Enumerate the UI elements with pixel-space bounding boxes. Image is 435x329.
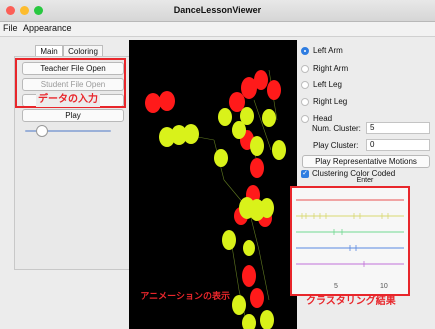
clustering-caption: クラスタリング結果 (306, 296, 396, 307)
skeleton-animation (145, 69, 286, 329)
joint-marker (272, 140, 286, 160)
joint-marker (232, 295, 246, 315)
joint-marker (250, 136, 264, 156)
joint-marker (222, 230, 236, 250)
joint-marker (260, 198, 274, 218)
play-cluster-field[interactable]: 0 (366, 139, 430, 151)
joint-marker (243, 240, 255, 256)
joint-marker (183, 124, 199, 144)
radio-label-head: Head (313, 114, 333, 123)
joint-marker (260, 310, 274, 329)
title-bar: DanceLessonViewer (0, 0, 435, 22)
play-button[interactable]: Play (22, 109, 124, 122)
joint-marker (242, 265, 256, 287)
animation-caption: アニメーションの表示 (140, 291, 230, 301)
joint-marker (262, 109, 276, 127)
num-cluster-label: Num. Cluster: (312, 124, 361, 133)
radio-head[interactable] (301, 115, 309, 123)
joint-marker (254, 70, 268, 90)
play-representative-motions-button[interactable]: Play Representative Motions (302, 155, 430, 168)
cluster-plot: 5 10 (296, 199, 404, 290)
radio-right-arm[interactable] (301, 65, 309, 73)
x-tick-label: 10 (380, 283, 388, 290)
x-tick-label: 5 (334, 283, 338, 290)
joint-marker (159, 91, 175, 111)
joint-marker (214, 149, 228, 167)
joint-marker (250, 288, 264, 308)
data-input-caption-bg: データの入力 (36, 93, 100, 107)
joint-marker (250, 158, 264, 178)
joint-marker (218, 108, 232, 126)
cluster-result-chart: 5 10 (290, 186, 410, 296)
joint-marker (267, 80, 281, 100)
radio-label-right-arm: Right Arm (313, 64, 349, 73)
menu-appearance[interactable]: Appearance (23, 23, 72, 33)
radio-right-leg[interactable] (301, 98, 309, 106)
red-markers (145, 70, 281, 308)
radio-label-left-arm: Left Arm (313, 46, 343, 55)
data-input-caption: データの入力 (38, 94, 98, 105)
radio-left-arm[interactable] (301, 47, 309, 55)
joint-marker (145, 93, 161, 113)
menu-file[interactable]: File (3, 23, 18, 33)
radio-label-left-leg: Left Leg (313, 80, 342, 89)
menu-bar: File Appearance (0, 22, 435, 37)
joint-marker (229, 92, 245, 112)
play-cluster-label: Play Cluster: (313, 141, 359, 150)
joint-marker (240, 107, 254, 125)
window-title: DanceLessonViewer (173, 5, 262, 15)
animation-canvas[interactable] (129, 40, 297, 329)
joint-marker (242, 314, 256, 329)
num-cluster-field[interactable]: 5 (366, 122, 430, 134)
radio-left-leg[interactable] (301, 81, 309, 89)
radio-label-right-leg: Right Leg (313, 97, 348, 106)
enter-button[interactable]: Enter (298, 177, 432, 184)
